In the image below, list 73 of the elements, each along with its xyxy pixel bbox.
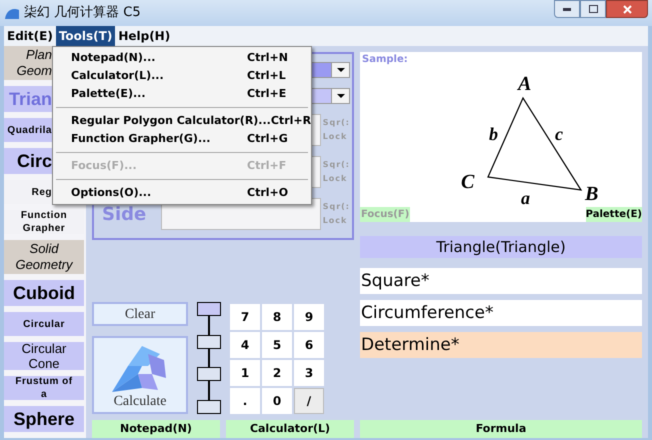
sidebar-item[interactable]: Frustum of a <box>4 376 84 400</box>
keypad-key[interactable]: 8 <box>262 304 292 330</box>
keypad-key[interactable]: 3 <box>294 360 324 386</box>
sidebar-item-text: Function <box>20 210 68 222</box>
step-box[interactable] <box>197 302 221 316</box>
keypad-key[interactable]: 2 <box>262 360 292 386</box>
field-label: Side <box>102 204 146 224</box>
lock-label: Lock <box>322 215 348 227</box>
result-row[interactable]: Square* <box>360 268 642 294</box>
sidebar-item-text: Trian <box>8 88 52 110</box>
caret-icon <box>336 94 344 98</box>
sidebar-item-text: Circular <box>23 318 65 330</box>
maximize-icon <box>588 5 598 13</box>
shape-name: Triangle(Triangle) <box>360 236 642 258</box>
sidebar-item[interactable]: Solid Geometry <box>4 240 84 274</box>
step-box[interactable] <box>197 334 221 349</box>
sidebar-item-text: Geom <box>16 63 52 79</box>
sidebar-item-text: Solid <box>30 241 58 257</box>
lock-label: Lock <box>322 173 348 185</box>
sidebar-item-text: Quadrila <box>7 124 52 136</box>
caret-icon <box>336 68 344 72</box>
sidebar-item[interactable]: Circular Cone <box>4 342 84 370</box>
notepad-button[interactable]: Notepad(N) <box>92 420 220 438</box>
window-title: 柒幻 几何计算器 C5 <box>24 4 141 22</box>
sidebar-item-text: Frustum of <box>15 376 73 388</box>
keypad-key[interactable]: . <box>230 388 260 414</box>
menu-bar-item[interactable]: Edit(E) <box>4 26 56 46</box>
sqr-label: Sqr(: <box>322 159 350 171</box>
keypad-key[interactable]: 1 <box>230 360 260 386</box>
clear-button[interactable]: Clear <box>92 302 188 326</box>
sidebar-item[interactable]: Cuboid <box>4 280 84 306</box>
sidebar-item-text: Cuboid <box>13 282 75 304</box>
menu-bar-item[interactable]: Tools(T) <box>56 26 116 46</box>
sidebar-item[interactable]: Circular <box>4 312 84 336</box>
keypad-key[interactable]: 5 <box>262 332 292 358</box>
sqr-label: Sqr(: <box>322 117 350 129</box>
sidebar-item-text: Plan <box>26 47 52 63</box>
keypad-key[interactable]: 7 <box>230 304 260 330</box>
app-icon <box>4 6 20 20</box>
sidebar-item-text: Reg <box>32 186 52 198</box>
sidebar-item-text: Cone <box>28 356 60 370</box>
keypad-key[interactable]: / <box>294 388 324 414</box>
menu-bar-item[interactable]: Help(H) <box>115 26 174 46</box>
sample-label: Sample: <box>361 53 409 67</box>
sidebar-item-text: Sphere <box>13 408 75 430</box>
sidebar-item-text: Grapher <box>22 222 66 234</box>
step-box[interactable] <box>197 400 221 414</box>
keypad-key[interactable]: 9 <box>294 304 324 330</box>
result-row[interactable]: Circumference* <box>360 300 642 326</box>
minimize-icon <box>563 8 571 10</box>
calculate-button[interactable]: Calculate <box>92 336 188 414</box>
dropdown-button[interactable] <box>331 63 349 77</box>
minimize-button[interactable] <box>554 0 580 18</box>
sidebar-item-text: Geometry <box>15 257 73 273</box>
sidebar-item[interactable]: Sphere <box>4 406 84 432</box>
formula-button[interactable]: Formula <box>360 420 642 438</box>
step-box[interactable] <box>197 367 221 382</box>
keypad-key[interactable]: 6 <box>294 332 324 358</box>
sidebar-item-text: Circ <box>16 150 52 172</box>
dropdown-button[interactable] <box>331 89 349 103</box>
lock-label: Lock <box>322 131 348 143</box>
close-button[interactable] <box>606 0 648 18</box>
keypad-key[interactable]: 4 <box>230 332 260 358</box>
maximize-button[interactable] <box>580 0 606 18</box>
calculator-button[interactable]: Calculator(L) <box>226 420 354 438</box>
palette-button[interactable]: Palette(E) <box>586 207 642 222</box>
sidebar-item-text: a <box>40 388 48 400</box>
close-icon <box>622 4 632 14</box>
result-row[interactable]: Determine* <box>360 332 642 358</box>
sqr-label: Sqr(: <box>322 201 350 213</box>
keypad-key[interactable]: 0 <box>262 388 292 414</box>
sidebar-item-text: Circular <box>22 342 66 356</box>
triangle-drawing: A B C a b c <box>393 67 609 207</box>
